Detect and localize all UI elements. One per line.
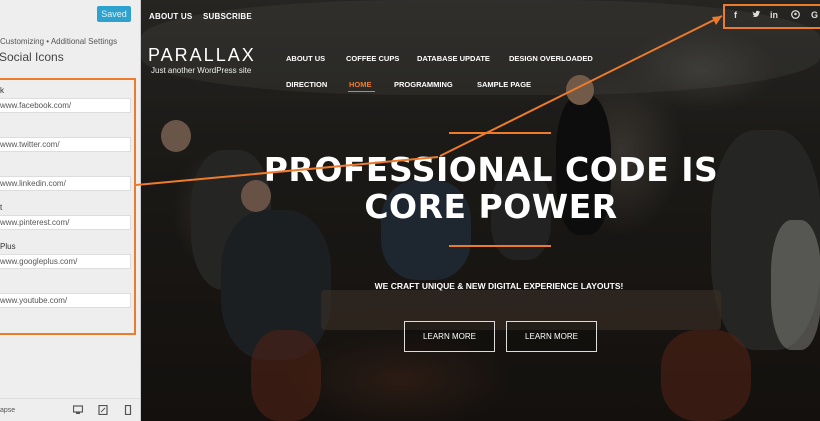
- site-title[interactable]: PARALLAX: [148, 45, 256, 66]
- customizer-panel: Saved Customizing • Additional Settings …: [0, 0, 141, 421]
- facebook-label: k: [0, 86, 4, 95]
- pinterest-icon[interactable]: [791, 10, 800, 21]
- panel-footer: apse: [0, 398, 140, 421]
- menu-item-home[interactable]: HOME: [349, 80, 372, 89]
- facebook-url-input[interactable]: www.facebook.com/: [0, 98, 131, 113]
- linkedin-url-input[interactable]: www.linkedin.com/: [0, 176, 131, 191]
- pinterest-url-input[interactable]: www.pinterest.com/: [0, 215, 131, 230]
- menu-item-coffee-cups[interactable]: COFFEE CUPS: [346, 54, 399, 63]
- twitter-icon[interactable]: [752, 10, 761, 21]
- mobile-icon[interactable]: [123, 405, 133, 415]
- menu-item-database-update[interactable]: DATABASE UPDATE: [417, 54, 490, 63]
- breadcrumb: Customizing • Additional Settings: [0, 37, 118, 46]
- hero-subheadline: WE CRAFT UNIQUE & NEW DIGITAL EXPERIENCE…: [374, 281, 624, 291]
- topbar-link-subscribe[interactable]: SUBSCRIBE: [203, 12, 252, 21]
- linkedin-icon[interactable]: in: [770, 10, 778, 20]
- googleplus-icon[interactable]: G: [811, 10, 818, 20]
- topbar-link-about[interactable]: ABOUT US: [149, 12, 192, 21]
- social-icons-bar: f in G: [723, 4, 820, 29]
- pinterest-label: t: [0, 203, 3, 212]
- menu-item-programming[interactable]: PROGRAMMING: [394, 80, 453, 89]
- hero-divider-bottom: [449, 245, 551, 247]
- section-title: Social Icons: [0, 50, 64, 64]
- menu-item-design-overloaded[interactable]: DESIGN OVERLOADED: [509, 54, 593, 63]
- site-preview: ABOUT US SUBSCRIBE f in G PARALLAX Just …: [141, 0, 820, 421]
- hero-divider-top: [449, 132, 551, 134]
- hero-headline: PROFESSIONAL CODE IS CORE POWER: [263, 150, 719, 226]
- social-fields-group: k www.facebook.com/ www.twitter.com/ www…: [0, 78, 136, 335]
- saved-button[interactable]: Saved: [97, 6, 131, 22]
- twitter-url-input[interactable]: www.twitter.com/: [0, 137, 131, 152]
- desktop-icon[interactable]: [73, 405, 83, 415]
- active-menu-underline: [348, 91, 375, 92]
- menu-item-about-us[interactable]: ABOUT US: [286, 54, 325, 63]
- site-tagline: Just another WordPress site: [151, 66, 252, 75]
- googleplus-url-input[interactable]: www.googleplus.com/: [0, 254, 131, 269]
- learn-more-button-1[interactable]: LEARN MORE: [404, 321, 495, 352]
- learn-more-button-2[interactable]: LEARN MORE: [506, 321, 597, 352]
- menu-item-direction[interactable]: DIRECTION: [286, 80, 327, 89]
- youtube-url-input[interactable]: www.youtube.com/: [0, 293, 131, 308]
- menu-item-sample-page[interactable]: SAMPLE PAGE: [477, 80, 531, 89]
- googleplus-label: Plus: [0, 242, 16, 251]
- collapse-button[interactable]: apse: [0, 407, 15, 414]
- tablet-icon[interactable]: [98, 405, 108, 415]
- facebook-icon[interactable]: f: [734, 10, 737, 20]
